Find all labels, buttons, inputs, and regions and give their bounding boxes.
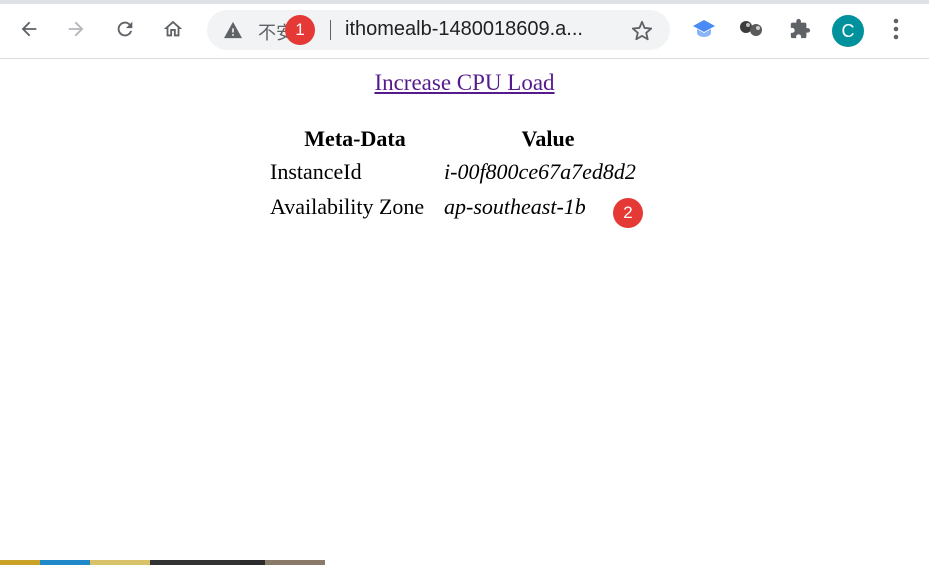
increase-cpu-load-link[interactable]: Increase CPU Load	[374, 70, 554, 95]
header-meta-data: Meta-Data	[304, 126, 406, 151]
address-bar[interactable]: 不安全 ithomealb-1480018609.a...	[207, 10, 670, 50]
metadata-table: Meta-Data Value InstanceId i-00f800ce67a…	[267, 123, 655, 225]
extensions-button[interactable]	[786, 15, 814, 43]
increase-cpu-link-wrapper: Increase CPU Load	[0, 70, 929, 96]
address-divider	[330, 20, 331, 40]
tab-strip-edge	[0, 0, 929, 4]
molecule-icon	[740, 21, 762, 36]
header-value: Value	[521, 126, 575, 151]
reload-icon	[117, 21, 133, 37]
table-header-row: Meta-Data Value	[269, 125, 653, 153]
extension-graduation-cap[interactable]	[690, 15, 718, 43]
os-taskbar-edge	[0, 560, 929, 565]
row-value-instance-id: i-00f800ce67a7ed8d2	[444, 158, 636, 184]
reload-button[interactable]	[111, 15, 139, 43]
menu-button[interactable]	[882, 15, 910, 43]
graduation-cap-icon	[693, 20, 715, 37]
back-button[interactable]	[15, 15, 43, 43]
home-button[interactable]	[159, 15, 187, 43]
forward-button[interactable]	[62, 15, 90, 43]
arrow-left-icon	[21, 21, 37, 37]
annotation-badge-1: 1	[285, 15, 315, 45]
home-icon	[163, 20, 183, 37]
row-key-instance-id: InstanceId	[270, 158, 362, 184]
bookmark-star-icon[interactable]	[631, 20, 653, 42]
puzzle-icon	[790, 18, 811, 39]
profile-avatar[interactable]: C	[832, 15, 864, 47]
table-row: InstanceId i-00f800ce67a7ed8d2	[269, 155, 653, 188]
extension-spheres[interactable]	[737, 15, 765, 43]
browser-toolbar: 不安全 ithomealb-1480018609.a... C	[0, 0, 929, 59]
row-key-availability-zone: Availability Zone	[270, 193, 425, 219]
warning-icon[interactable]	[223, 21, 243, 39]
arrow-right-icon	[68, 21, 84, 37]
table-row: Availability Zone ap-southeast-1b	[269, 190, 653, 223]
more-vertical-icon	[893, 18, 899, 40]
url-text[interactable]: ithomealb-1480018609.a...	[345, 18, 617, 41]
annotation-badge-2: 2	[613, 198, 643, 228]
